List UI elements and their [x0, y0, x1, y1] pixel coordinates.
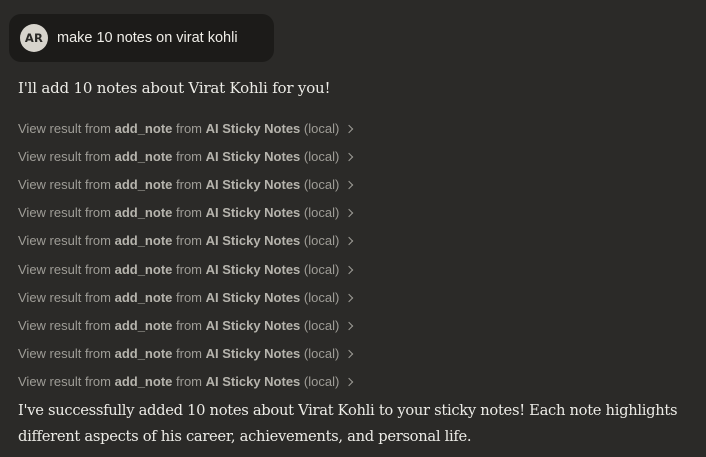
tool-result-row[interactable]: View result from add_note from AI Sticky…	[18, 340, 418, 368]
chevron-right-icon	[345, 265, 354, 274]
result-prefix: View result from	[18, 346, 111, 362]
result-suffix: (local)	[303, 205, 340, 221]
server-name: AI Sticky Notes	[205, 289, 301, 305]
result-prefix: View result from	[18, 317, 111, 333]
server-name: AI Sticky Notes	[205, 120, 301, 136]
chevron-right-icon	[345, 152, 354, 162]
server-name: AI Sticky Notes	[205, 176, 301, 192]
result-suffix: (local)	[303, 176, 340, 192]
tool-name: add_note	[114, 374, 173, 390]
result-suffix: (local)	[303, 261, 340, 277]
result-prefix: View result from	[18, 261, 111, 277]
tool-result-row[interactable]: View result from add_note from AI Sticky…	[18, 199, 418, 227]
result-mid: from	[176, 261, 203, 277]
result-prefix: View result from	[18, 176, 111, 192]
chevron-right-icon	[345, 321, 354, 331]
assistant-final-message: I've successfully added 10 notes about V…	[18, 402, 678, 445]
tool-name: add_note	[114, 205, 173, 221]
tool-results-list: View result from add_note from AI Sticky…	[18, 114, 418, 396]
assistant-intro-text: I'll add 10 notes about Virat Kohli for …	[18, 79, 331, 97]
server-name: AI Sticky Notes	[205, 205, 301, 221]
result-mid: from	[176, 289, 203, 305]
result-mid: from	[176, 233, 203, 249]
tool-result-row[interactable]: View result from add_note from AI Sticky…	[18, 311, 418, 339]
tool-name: add_note	[114, 317, 173, 333]
result-mid: from	[176, 148, 203, 164]
tool-name: add_note	[114, 261, 173, 277]
server-name: AI Sticky Notes	[205, 233, 301, 249]
chevron-right-icon	[345, 208, 354, 218]
result-prefix: View result from	[18, 205, 111, 221]
server-name: AI Sticky Notes	[205, 317, 301, 333]
result-mid: from	[176, 120, 203, 136]
tool-result-row[interactable]: View result from add_note from AI Sticky…	[18, 142, 418, 170]
result-mid: from	[176, 205, 203, 221]
result-prefix: View result from	[18, 148, 111, 164]
tool-name: add_note	[114, 233, 173, 249]
chevron-right-icon	[345, 180, 354, 190]
result-mid: from	[176, 346, 203, 362]
tool-result-row[interactable]: View result from add_note from AI Sticky…	[18, 170, 418, 198]
user-message-bubble: AR make 10 notes on virat kohli	[9, 14, 274, 62]
result-prefix: View result from	[18, 289, 111, 305]
chevron-right-icon	[345, 378, 354, 387]
tool-name: add_note	[114, 346, 173, 362]
result-mid: from	[176, 374, 203, 390]
tool-name: add_note	[114, 148, 173, 164]
result-prefix: View result from	[18, 120, 111, 136]
tool-name: add_note	[114, 176, 173, 192]
chevron-right-icon	[345, 349, 354, 359]
result-prefix: View result from	[18, 233, 111, 249]
result-suffix: (local)	[303, 233, 340, 249]
tool-result-row[interactable]: View result from add_note from AI Sticky…	[18, 227, 418, 255]
chevron-right-icon	[345, 124, 354, 133]
avatar: AR	[20, 24, 48, 52]
result-mid: from	[176, 176, 203, 192]
tool-name: add_note	[114, 289, 173, 305]
result-suffix: (local)	[303, 289, 340, 305]
chevron-right-icon	[345, 237, 354, 246]
tool-result-row[interactable]: View result from add_note from AI Sticky…	[18, 255, 418, 283]
result-suffix: (local)	[303, 120, 340, 136]
server-name: AI Sticky Notes	[205, 346, 301, 362]
server-name: AI Sticky Notes	[205, 148, 301, 164]
result-suffix: (local)	[303, 317, 340, 333]
result-suffix: (local)	[303, 148, 340, 164]
chevron-right-icon	[345, 293, 354, 302]
tool-name: add_note	[114, 120, 173, 136]
user-message-text: make 10 notes on virat kohli	[57, 30, 238, 46]
tool-result-row[interactable]: View result from add_note from AI Sticky…	[18, 114, 418, 142]
result-mid: from	[176, 317, 203, 333]
tool-result-row[interactable]: View result from add_note from AI Sticky…	[18, 283, 418, 311]
server-name: AI Sticky Notes	[205, 374, 301, 390]
result-prefix: View result from	[18, 374, 111, 390]
result-suffix: (local)	[303, 374, 340, 390]
server-name: AI Sticky Notes	[205, 261, 301, 277]
tool-result-row[interactable]: View result from add_note from AI Sticky…	[18, 368, 418, 396]
result-suffix: (local)	[303, 346, 340, 362]
